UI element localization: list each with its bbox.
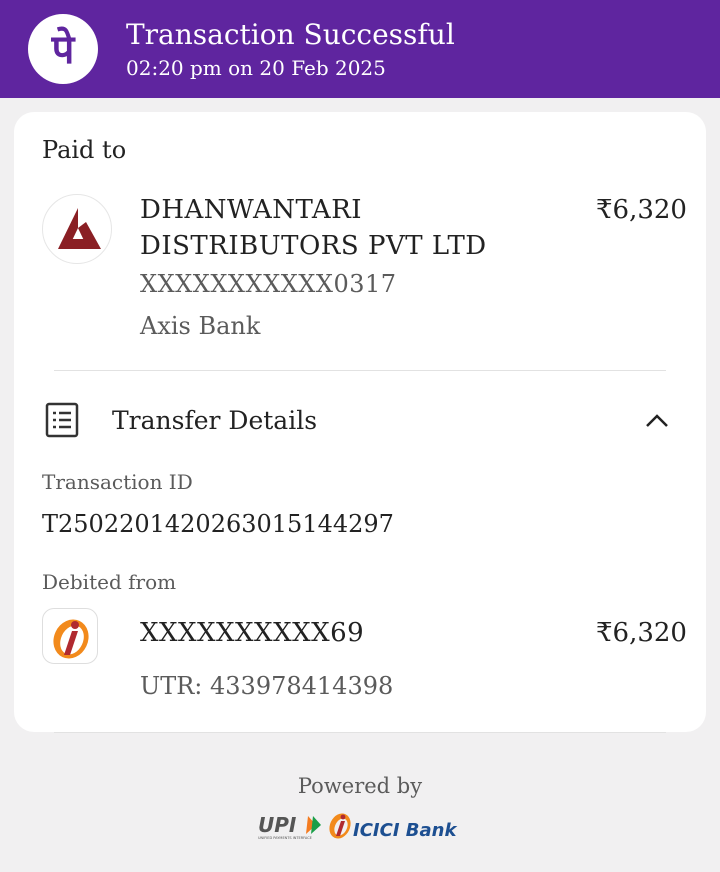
transaction-id-label: Transaction ID	[42, 470, 193, 494]
payee-bank-name: Axis Bank	[140, 312, 261, 340]
debit-account-number: XXXXXXXXXX69	[140, 618, 365, 648]
svg-text:UPI: UPI	[258, 813, 297, 837]
transaction-datetime: 02:20 pm on 20 Feb 2025	[126, 56, 386, 80]
section-divider	[54, 370, 666, 371]
debited-from-label: Debited from	[42, 570, 177, 594]
utr-number: UTR: 433978414398	[140, 672, 394, 700]
payee-name: DHANWANTARI DISTRIBUTORS PVT LTD	[140, 195, 487, 261]
document-list-icon	[45, 402, 79, 438]
axis-bank-logo-icon	[42, 194, 112, 264]
chevron-up-icon[interactable]	[642, 406, 672, 436]
transaction-id-value: T2502201420263015144297	[42, 510, 394, 538]
upi-logo-icon: UPI UNIFIED PAYMENTS INTERFACE	[258, 813, 321, 840]
payee-amount: ₹6,320	[596, 195, 687, 225]
powered-by-label: Powered by	[297, 774, 423, 798]
debit-amount: ₹6,320	[596, 618, 687, 648]
footer-divider	[54, 732, 666, 733]
paid-to-label: Paid to	[42, 136, 127, 164]
svg-text:पे: पे	[51, 26, 76, 73]
payee-account-number: XXXXXXXXXXX0317	[140, 270, 397, 298]
svg-text:ICICI Bank: ICICI Bank	[353, 820, 457, 841]
transfer-details-title: Transfer Details	[112, 406, 318, 435]
transaction-header: पे Transaction Successful 02:20 pm on 20…	[0, 0, 720, 98]
upi-icici-partner-logos: UPI UNIFIED PAYMENTS INTERFACE ICICI Ban…	[258, 813, 457, 841]
transaction-card: Paid to DHANWANTARI DISTRIBUTORS PVT LTD…	[14, 112, 706, 732]
svg-text:UNIFIED PAYMENTS INTERFACE: UNIFIED PAYMENTS INTERFACE	[258, 836, 312, 840]
icici-bank-logo-icon: ICICI Bank	[329, 813, 457, 841]
phonepe-logo-icon: पे	[28, 14, 98, 84]
transaction-status-title: Transaction Successful	[126, 18, 455, 51]
icici-bank-logo-icon	[42, 608, 98, 664]
